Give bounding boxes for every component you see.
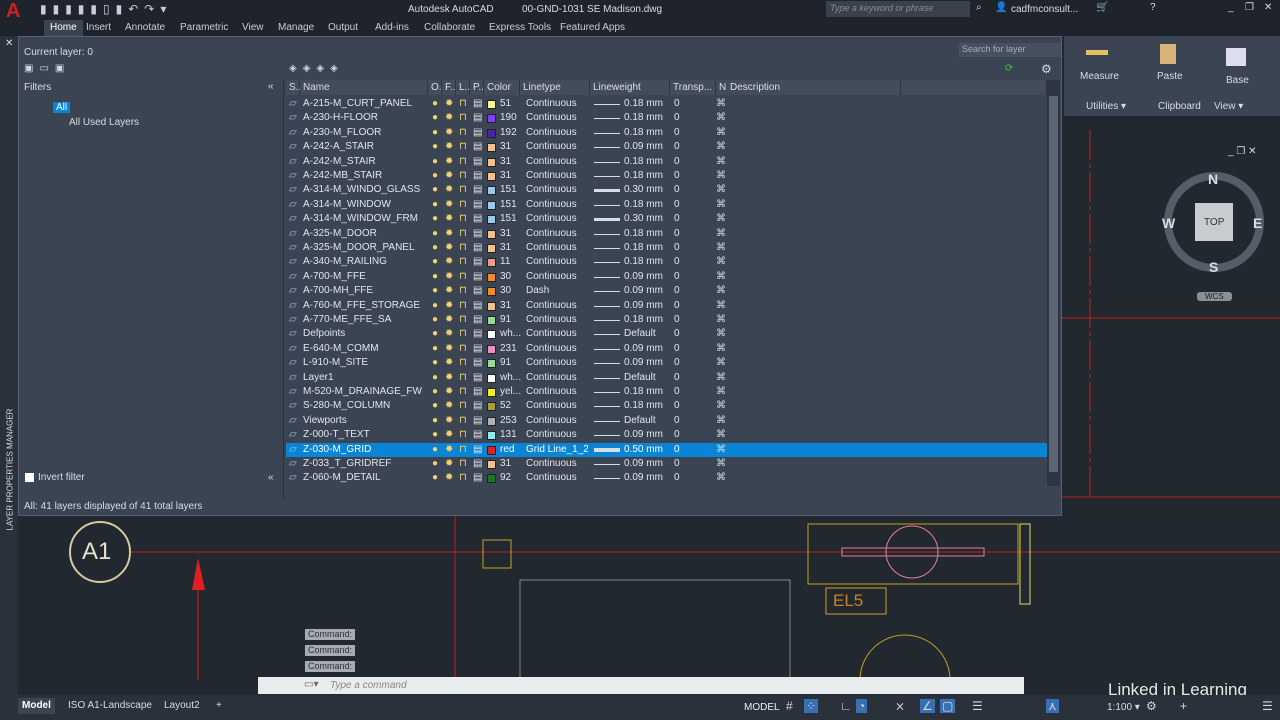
osnap-icon[interactable]: ⨯ (895, 699, 905, 713)
workspace-gear-icon[interactable]: ⚙ (1146, 699, 1157, 713)
command-prompt-icon[interactable]: ▭▾ (304, 679, 318, 690)
ortho-icon[interactable]: ∟ (840, 699, 852, 713)
grid-icon[interactable]: # (786, 699, 793, 713)
command-history-line: Command: (305, 629, 356, 640)
layout-tab[interactable]: + (212, 698, 226, 714)
layout-tab[interactable]: Model (18, 698, 55, 714)
plus-icon[interactable]: + (1180, 699, 1187, 713)
snap-icon[interactable]: ⁘ (804, 699, 819, 713)
polar-icon[interactable]: ◔ (856, 699, 868, 713)
viewcube-north[interactable]: N (1208, 171, 1218, 187)
dynamic-ucs-icon[interactable]: ∠ (920, 699, 935, 713)
command-input[interactable]: ▭▾ Type a command (258, 677, 1024, 694)
layout-tab[interactable]: Layout2 (160, 698, 204, 714)
drawing-canvas[interactable] (0, 0, 1280, 720)
command-history-line: Command: (305, 645, 356, 656)
selection-icon[interactable]: ▢ (940, 699, 956, 713)
annotation-icon[interactable]: ⋏ (1046, 699, 1059, 713)
grid-bubble-label: A1 (82, 538, 112, 565)
model-space-button[interactable]: MODEL (744, 702, 780, 713)
layout-tab[interactable]: ISO A1-Landscape (64, 698, 156, 714)
viewcube-south[interactable]: S (1209, 259, 1218, 275)
lineweight-icon[interactable]: ☰ (972, 699, 983, 713)
viewcube-west[interactable]: W (1162, 215, 1175, 231)
viewcube-east[interactable]: E (1253, 215, 1262, 231)
command-history-line: Command: (305, 661, 356, 672)
viewport-controls[interactable]: _ ❐ ✕ (1228, 146, 1256, 157)
command-placeholder: Type a command (330, 680, 407, 691)
room-tag: EL5 (833, 591, 864, 610)
menu-icon[interactable]: ☰ (1262, 699, 1273, 713)
annotation-scale[interactable]: 1:100 ▾ (1107, 702, 1140, 713)
wcs-button[interactable]: WCS (1197, 292, 1232, 301)
viewcube-top[interactable]: TOP (1204, 217, 1224, 228)
